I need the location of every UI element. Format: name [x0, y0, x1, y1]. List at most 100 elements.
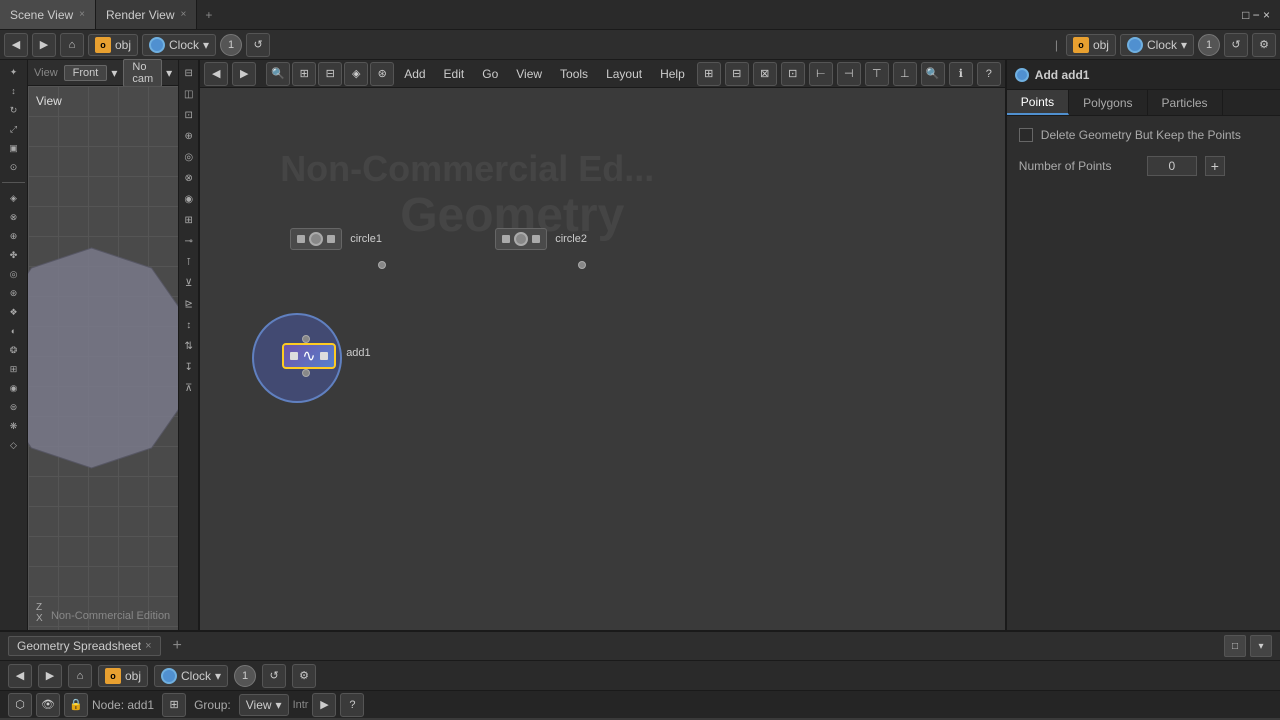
vr-tool-2[interactable]: ◫	[180, 85, 198, 103]
node-nav-back[interactable]: ◀	[204, 62, 228, 86]
rotate-tool[interactable]: ↻	[6, 102, 22, 118]
viewport-tool-4[interactable]: ✤	[6, 247, 22, 263]
vr-tool-6[interactable]: ⊗	[180, 169, 198, 187]
window-controls[interactable]: □ − ×	[1242, 8, 1270, 22]
node-search-btn[interactable]: 🔍	[266, 62, 290, 86]
ne-tool-4[interactable]: ⊛	[370, 62, 394, 86]
ne-right-8[interactable]: ⊥	[893, 62, 917, 86]
scene-view-tab-close[interactable]: ×	[79, 9, 85, 20]
obj-dropdown-right[interactable]: o obj	[1066, 34, 1116, 56]
add1-widget[interactable]: ∿	[282, 343, 335, 369]
node-lock-icon[interactable]: 🔒	[64, 693, 88, 717]
home-button[interactable]: ⌂	[60, 33, 84, 57]
tab-particles[interactable]: Particles	[1148, 90, 1223, 115]
ne-right-2[interactable]: ⊟	[725, 62, 749, 86]
bottom-icon-1[interactable]: □	[1224, 635, 1246, 657]
viewport-tool-6[interactable]: ⊛	[6, 285, 22, 301]
vr-tool-16[interactable]: ⊼	[180, 379, 198, 397]
scene-view-tab[interactable]: Scene View ×	[0, 0, 96, 29]
node-add1[interactable]: ∿ add1	[282, 343, 335, 369]
viewport-tool-3[interactable]: ⊕	[6, 228, 22, 244]
node-nav-forward[interactable]: ▶	[232, 62, 256, 86]
viewport-cam-mode-dropdown[interactable]: No cam ▾	[123, 59, 172, 87]
circle2-widget[interactable]	[495, 228, 547, 250]
geometry-spreadsheet-tab[interactable]: Geometry Spreadsheet ×	[8, 636, 161, 656]
bottom-refresh[interactable]: ↺	[262, 664, 286, 688]
vr-tool-4[interactable]: ⊕	[180, 127, 198, 145]
ne-tool-2[interactable]: ⊟	[318, 62, 342, 86]
settings-right-button[interactable]: ⚙	[1252, 33, 1276, 57]
tab-polygons[interactable]: Polygons	[1069, 90, 1147, 115]
box-select-tool[interactable]: ▣	[6, 140, 22, 156]
node-icon[interactable]: ⬡	[8, 693, 32, 717]
ne-right-3[interactable]: ⊠	[753, 62, 777, 86]
bottom-home[interactable]: ⌂	[68, 664, 92, 688]
vr-tool-3[interactable]: ⊡	[180, 106, 198, 124]
circle1-widget[interactable]	[290, 228, 342, 250]
node-circle1[interactable]: circle1	[290, 228, 382, 250]
vr-tool-10[interactable]: ⊺	[180, 253, 198, 271]
viewport-tool-5[interactable]: ◎	[6, 266, 22, 282]
bottom-nav-forward[interactable]: ▶	[38, 664, 62, 688]
clock-dropdown-right[interactable]: Clock ▾	[1120, 34, 1194, 56]
num-badge-1[interactable]: 1	[220, 34, 242, 56]
ne-help[interactable]: ?	[977, 62, 1001, 86]
menu-add[interactable]: Add	[396, 65, 433, 83]
vr-tool-11[interactable]: ⊻	[180, 274, 198, 292]
select-tool[interactable]: ✦	[6, 64, 22, 80]
bottom-obj-dropdown[interactable]: o obj	[98, 665, 148, 687]
help-btn[interactable]: ?	[340, 693, 364, 717]
menu-layout[interactable]: Layout	[598, 65, 650, 83]
menu-edit[interactable]: Edit	[436, 65, 473, 83]
ne-info[interactable]: ℹ	[949, 62, 973, 86]
viewport-tool-11[interactable]: ◉	[6, 380, 22, 396]
viewport-tool-9[interactable]: ❂	[6, 342, 22, 358]
menu-tools[interactable]: Tools	[552, 65, 596, 83]
vr-tool-8[interactable]: ⊞	[180, 211, 198, 229]
nav-back-button[interactable]: ◀	[4, 33, 28, 57]
node-circle2[interactable]: circle2	[495, 228, 587, 250]
ne-tool-3[interactable]: ◈	[344, 62, 368, 86]
ne-tool-1[interactable]: ⊞	[292, 62, 316, 86]
viewport-tool-2[interactable]: ⊗	[6, 209, 22, 225]
vr-tool-14[interactable]: ⇅	[180, 337, 198, 355]
geometry-spreadsheet-close[interactable]: ×	[145, 640, 151, 652]
ne-search[interactable]: 🔍	[921, 62, 945, 86]
vr-tool-1[interactable]: ⊟	[180, 64, 198, 82]
viewport-tool-10[interactable]: ⊞	[6, 361, 22, 377]
refresh-right-button[interactable]: ↺	[1224, 33, 1248, 57]
viewport-camera-dropdown[interactable]: Front ▾	[64, 65, 118, 81]
delete-geometry-checkbox[interactable]	[1019, 128, 1033, 142]
refresh-button[interactable]: ↺	[246, 33, 270, 57]
ne-right-5[interactable]: ⊢	[809, 62, 833, 86]
add-bottom-tab[interactable]: +	[167, 637, 188, 655]
lasso-tool[interactable]: ⊙	[6, 159, 22, 175]
num-points-input[interactable]	[1147, 156, 1197, 176]
ne-right-1[interactable]: ⊞	[697, 62, 721, 86]
vr-tool-5[interactable]: ◎	[180, 148, 198, 166]
nav-forward-button[interactable]: ▶	[32, 33, 56, 57]
scale-tool[interactable]: ⤢	[6, 121, 22, 137]
add-tab-button[interactable]: +	[197, 8, 220, 22]
bottom-nav-back[interactable]: ◀	[8, 664, 32, 688]
menu-help[interactable]: Help	[652, 65, 693, 83]
bottom-icon-2[interactable]: ▾	[1250, 635, 1272, 657]
node-vis-icon[interactable]: 👁	[36, 693, 60, 717]
bottom-num-badge[interactable]: 1	[234, 665, 256, 687]
viewport-tool-14[interactable]: ◇	[6, 437, 22, 453]
vr-tool-12[interactable]: ⊵	[180, 295, 198, 313]
menu-go[interactable]: Go	[474, 65, 506, 83]
ne-right-6[interactable]: ⊣	[837, 62, 861, 86]
viewport-tool-13[interactable]: ❋	[6, 418, 22, 434]
ne-right-4[interactable]: ⊡	[781, 62, 805, 86]
viewport-tool-12[interactable]: ⊜	[6, 399, 22, 415]
vr-tool-7[interactable]: ◉	[180, 190, 198, 208]
view-dropdown[interactable]: View ▾	[239, 694, 289, 716]
group-icon[interactable]: ⊞	[162, 693, 186, 717]
move-tool[interactable]: ↕	[6, 83, 22, 99]
viewport-tool-1[interactable]: ◈	[6, 190, 22, 206]
ne-right-7[interactable]: ⊤	[865, 62, 889, 86]
vr-tool-15[interactable]: ↧	[180, 358, 198, 376]
num-badge-right[interactable]: 1	[1198, 34, 1220, 56]
viewport-tool-8[interactable]: ◐	[6, 323, 22, 339]
